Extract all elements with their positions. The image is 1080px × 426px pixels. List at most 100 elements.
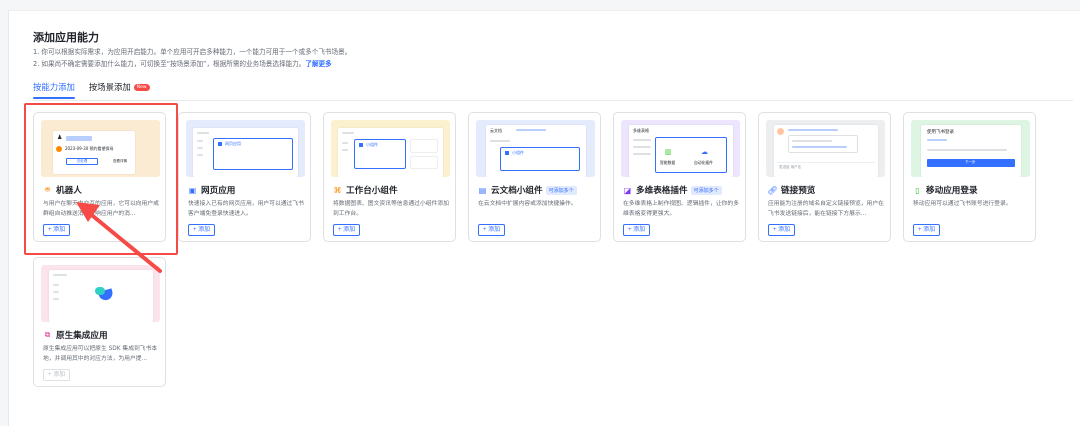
card-title-text: 原生集成应用 [56,331,108,341]
multi-add-tag: 可添加多个 [690,185,722,195]
page-title: 添加应用能力 [33,31,99,44]
preview-bot-button: 去处理 [66,158,98,165]
capability-card-workbench-widget[interactable]: 小组件 ⌘ 工作台小组件 将数据图表、图文资讯等信息通过小组件添加到工作台。 + … [323,112,456,242]
preview-bar [342,149,348,151]
preview-bar [516,129,546,131]
preview-tile [410,156,438,169]
card-title: ⌘ 工作台小组件 [333,184,398,197]
card-title: ⧉ 原生集成应用 [43,329,108,341]
learn-more-link[interactable]: 了解更多 [305,60,331,68]
robot-icon: 🤖︎ [45,184,50,194]
tab-by-capability-label: 按能力添加 [33,82,75,92]
preview-bitable-item2: 自动化插件 [694,160,713,165]
add-button-bot[interactable]: + 添加 [43,224,71,236]
preview-doc-window: 云文档 小组件 [486,125,586,177]
card-preview-widget: 小组件 [331,120,450,177]
preview-login-window: 使用飞书登录 下一步 [921,125,1021,177]
preview-square [359,143,363,147]
sdk-logo-accent [95,287,105,295]
capability-card-mobile-login[interactable]: 使用飞书登录 下一步 ▯ 移动应用登录 移动应用可以通过飞书账号进行登录。 + 添… [903,112,1036,242]
add-button-link-preview[interactable]: + 添加 [768,224,796,236]
preview-bar [53,291,59,293]
card-title-text: 网页应用 [201,186,236,196]
card-description: 原生集成应用可以把原生 SDK 集成到飞书本地，并调用其中的对应方法，为用户提.… [43,346,158,362]
preview-link-input: 发送给 用户名 [777,162,875,172]
preview-bar [197,132,209,134]
capability-card-bitable-plugin[interactable]: 多维表格 ▥ 智能数据 ☁ 自动化插件 ◪ 多维表格插件 可添加多个 在多维表格上制… [613,112,746,242]
preview-widget-label: 小组件 [366,142,378,147]
card-description: 将数据图表、图文资讯等信息通过小组件添加到工作台。 [333,201,449,217]
card-title-text: 多维表格插件 [636,186,688,196]
card-description: 应用能为注册的域名自定义链接预览，用户在飞书发送链接后，能在链接下方展示... [768,201,884,217]
capability-card-native-app[interactable]: ⧉ 原生集成应用 原生集成应用可以把原生 SDK 集成到飞书本地，并调用其中的对应… [33,257,166,387]
tab-bar: 按能力添加 按场景添加 New [33,81,164,101]
add-button-doc-widget[interactable]: + 添加 [478,224,506,236]
description-line-1: 1. 你可以根据实际需求，为应用开启能力。单个应用可开启多种能力，一个能力可用于… [33,48,352,56]
card-description: 在云文档中扩展内容或添加快捷操作。 [478,201,577,207]
capability-card-web-app[interactable]: 网页应用 ▣ 网页应用 快速接入已有的网页应用，用户可以通过飞书客户端免登录快速进… [178,112,311,242]
card-title: ▤ 云文档小组件 可添加多个 [478,184,577,196]
preview-bar [197,147,203,149]
preview-login-title: 使用飞书登录 [927,130,954,135]
preview-web-frame: 网页应用 [213,138,293,170]
card-description: 快速接入已有的网页应用，用户可以通过飞书客户端免登录快速进入。 [188,201,304,217]
clock-icon [56,146,62,152]
card-preview-link: 发送给 用户名 [766,120,885,177]
capability-card-bot[interactable]: ♟ 2023-09-30 预约看望保母 去处理 查看详情 🤖︎ 机器人 与用户在聊… [33,112,166,242]
card-preview-doc-widget: 云文档 小组件 [476,120,595,177]
card-title-text: 工作台小组件 [346,186,398,196]
preview-bar [792,146,847,148]
capability-card-doc-widget[interactable]: 云文档 小组件 ▤ 云文档小组件 可添加多个 在云文档中扩展内容或添加快捷操作。 +… [468,112,601,242]
preview-bitable-item1: 智能数据 [660,160,676,165]
person-icon: ♟ [57,134,63,141]
card-preview-native-app [41,265,160,322]
tab-by-scenario[interactable]: 按场景添加 New [89,81,150,101]
doc-widget-icon: ▤ [478,185,487,195]
preview-doc-label: 云文档 [490,128,502,133]
preview-native-window [49,270,153,322]
avatar [777,128,784,135]
preview-bot-pill [66,136,92,141]
card-description: 在多维表格上制作视图、逻辑插件，让你的多维表格变得更强大。 [623,201,739,217]
add-button-workbench-widget[interactable]: + 添加 [333,224,361,236]
preview-bot-message: ♟ 2023-09-30 预约看望保母 去处理 查看详情 [53,131,135,174]
card-title-text: 链接预览 [781,186,816,196]
new-badge: New [133,84,150,91]
preview-bar [53,298,59,300]
preview-bar [633,146,651,148]
tab-divider [33,100,1073,101]
preview-web-label: 网页应用 [225,141,241,146]
preview-bar [197,154,203,156]
preview-bar [490,140,510,142]
preview-bar [633,153,651,155]
preview-bitable-frame: ▥ 智能数据 ☁ 自动化插件 [655,137,727,173]
preview-bitable-label: 多维表格 [633,128,649,133]
add-button-mobile-login[interactable]: + 添加 [913,224,941,236]
card-title: 🤖︎ 机器人 [43,184,82,197]
card-title-text: 云文档小组件 [491,186,543,196]
preview-square [505,151,509,155]
add-button-web-app[interactable]: + 添加 [188,224,216,236]
card-description: 移动应用可以通过飞书账号进行登录。 [913,201,1012,207]
preview-bar [927,139,947,141]
preview-doc-sub: 小组件 [512,150,524,155]
widget-icon: ⌘ [333,185,342,195]
preview-bar [342,132,354,134]
preview-bar [792,140,832,142]
card-preview-mobile-login: 使用飞书登录 下一步 [911,120,1030,177]
card-title: 🔗︎ 链接预览 [767,184,816,197]
capability-card-link-preview[interactable]: 发送给 用户名 🔗︎ 链接预览 应用能为注册的域名自定义链接预览，用户在飞书发送链… [758,112,891,242]
web-app-icon: ▣ [188,185,197,195]
card-title: ◪ 多维表格插件 可添加多个 [623,184,722,196]
preview-bar [633,139,651,141]
tab-by-capability[interactable]: 按能力添加 [33,81,75,101]
cloud-icon: ☁ [701,148,708,156]
preview-square [218,142,222,146]
bitable-plugin-icon: ◪ [623,185,632,195]
add-button-bitable-plugin[interactable]: + 添加 [623,224,651,236]
preview-bar [53,284,59,286]
chart-icon: ▥ [665,148,672,156]
card-description: 与用户在聊天中交互的应用，它可以向用户或群组自动推送消息，响应用户的消... [43,201,159,217]
card-preview-bitable: 多维表格 ▥ 智能数据 ☁ 自动化插件 [621,120,740,177]
preview-link-card [788,135,858,153]
